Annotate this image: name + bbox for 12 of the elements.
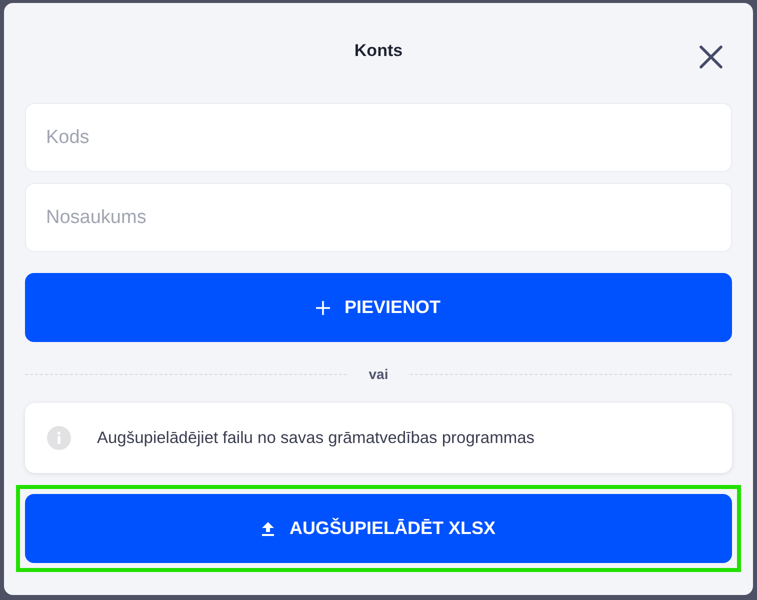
divider-label: vai [368,365,388,384]
input-field[interactable]: Nosaukums [25,183,732,252]
upload-icon [261,522,276,536]
close-icon [699,45,723,69]
info-icon [47,426,71,450]
input-field[interactable]: Kods [25,103,732,172]
info-text: Augšupielādējiet failu no savas grāmatvedības programmas [97,428,534,449]
close-button[interactable] [699,45,723,69]
plus-icon [316,300,330,314]
add-button[interactable]: PIEVIENOT [25,273,732,342]
upload-button[interactable]: AUGŠUPIELĀDĒT XLSX [25,494,732,563]
dialog-title: Konts [354,40,403,62]
